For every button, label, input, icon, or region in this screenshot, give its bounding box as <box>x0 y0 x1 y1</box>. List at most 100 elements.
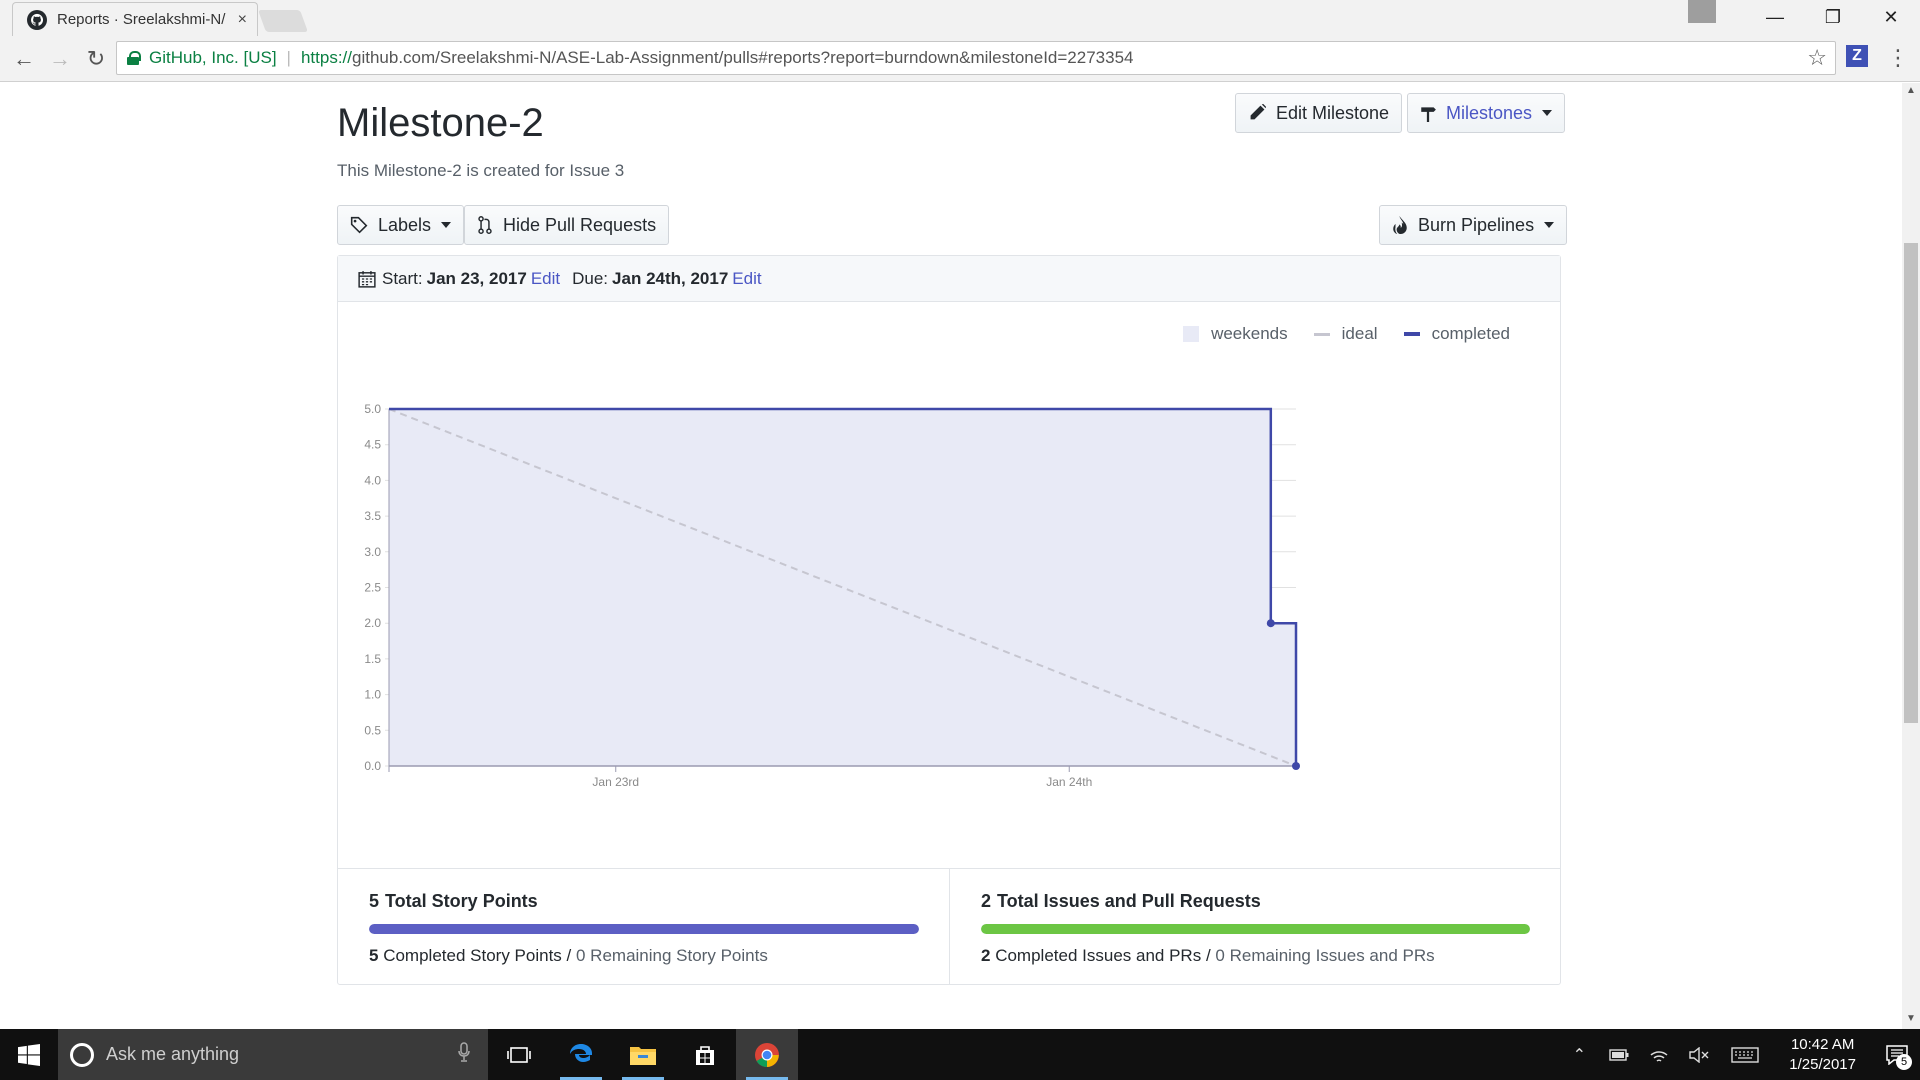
story-points-progress-fill <box>369 924 919 934</box>
burndown-panel: Start: Jan 23, 2017 Edit Due: Jan 24th, … <box>337 255 1561 985</box>
scroll-down-icon[interactable]: ▼ <box>1902 1013 1920 1027</box>
address-bar[interactable]: GitHub, Inc. [US] | https:// github.com/… <box>116 41 1836 75</box>
labels-label: Labels <box>378 214 432 235</box>
legend-completed-label: completed <box>1431 324 1510 343</box>
new-tab-button[interactable] <box>257 10 309 32</box>
hide-pull-requests-button[interactable]: Hide Pull Requests <box>464 205 670 245</box>
total-story-points-label: Total Story Points <box>385 891 538 911</box>
edit-start-date-link[interactable]: Edit <box>531 269 560 289</box>
legend-weekends[interactable]: weekends <box>1183 324 1288 344</box>
keyboard-icon[interactable] <box>1719 1046 1771 1063</box>
y-tick-label: 0.5 <box>364 723 381 737</box>
search-placeholder: Ask me anything <box>106 1044 240 1064</box>
milestones-dropdown[interactable]: Milestones <box>1407 93 1566 133</box>
cortana-icon <box>70 1042 94 1067</box>
edit-due-date-link[interactable]: Edit <box>732 269 761 289</box>
close-window-button[interactable]: ✕ <box>1862 0 1920 34</box>
start-label: Start: <box>382 268 423 288</box>
task-view-icon[interactable] <box>488 1029 550 1080</box>
remaining-story-points: 0 Remaining Story Points <box>576 946 768 965</box>
total-issues-label: Total Issues and Pull Requests <box>997 891 1261 911</box>
window-controls: — ❐ ✕ <box>1688 0 1920 34</box>
page-scrollbar[interactable]: ▲ ▼ <box>1902 83 1920 1029</box>
due-label: Due: <box>572 268 609 288</box>
action-center-icon[interactable]: 5 <box>1874 1029 1920 1080</box>
tab-close-icon[interactable]: × <box>238 11 247 29</box>
profile-icon[interactable] <box>1688 0 1716 23</box>
volume-muted-icon[interactable] <box>1679 1046 1719 1063</box>
flame-icon <box>1392 216 1408 234</box>
bookmark-star-icon[interactable]: ☆ <box>1807 45 1827 71</box>
issues-progress-bar <box>981 924 1530 934</box>
hide-pull-requests-label: Hide Pull Requests <box>503 214 657 235</box>
forward-icon[interactable]: → <box>42 41 78 77</box>
y-tick-label: 4.0 <box>364 473 381 487</box>
site-identity: GitHub, Inc. [US] <box>149 48 277 67</box>
weekends-swatch <box>1183 326 1200 342</box>
completed-point <box>1266 619 1275 628</box>
legend-ideal[interactable]: ideal <box>1313 324 1378 344</box>
y-tick-label: 3.0 <box>364 545 381 559</box>
battery-icon[interactable] <box>1599 1048 1639 1061</box>
clock-time: 10:42 AM <box>1790 1035 1855 1053</box>
windows-start-icon[interactable] <box>0 1029 58 1080</box>
system-tray: ⌃ 10:42 AM 1/25/2017 5 <box>1559 1029 1920 1080</box>
issues-progress-fill <box>981 924 1530 934</box>
browser-menu-icon[interactable]: ⋮ <box>1886 41 1910 75</box>
cortana-search-box[interactable]: Ask me anything <box>58 1029 488 1080</box>
total-issues-count: 2 <box>981 891 992 911</box>
edit-milestone-button[interactable]: Edit Milestone <box>1235 93 1403 133</box>
legend-completed[interactable]: completed <box>1403 324 1510 344</box>
edge-browser-icon[interactable] <box>550 1029 612 1080</box>
show-hidden-icons-chevron-up-icon[interactable]: ⌃ <box>1559 1045 1599 1065</box>
milestone-icon <box>1420 104 1436 122</box>
clock-date: 1/25/2017 <box>1789 1055 1856 1073</box>
chevron-down-icon <box>1544 222 1555 228</box>
x-tick-label: Jan 24th <box>1046 775 1092 789</box>
milestones-label: Milestones <box>1446 102 1533 123</box>
burndown-chart: 0.0 0.5 1.0 1.5 2.0 2.5 3.0 3.5 4.0 4.5 5.0 Jan 23r… <box>364 402 1300 789</box>
minimize-button[interactable]: — <box>1746 0 1804 34</box>
burn-pipelines-dropdown[interactable]: Burn Pipelines <box>1379 205 1568 245</box>
y-tick-label: 3.5 <box>364 509 381 523</box>
remaining-issues: 0 Remaining Issues and PRs <box>1215 946 1435 965</box>
legend-weekends-label: weekends <box>1211 324 1288 343</box>
issues-stat: 2 Total Issues and Pull Requests 2 Compl… <box>949 869 1560 984</box>
browser-titlebar: Reports · Sreelakshmi-N/ × — ❐ ✕ <box>0 0 1920 36</box>
back-icon[interactable]: ← <box>6 41 42 77</box>
y-tick-label: 2.0 <box>364 616 381 630</box>
chrome-icon[interactable] <box>736 1029 798 1080</box>
edit-milestone-label: Edit Milestone <box>1276 102 1390 123</box>
reload-icon[interactable]: ↻ <box>78 41 114 77</box>
pull-request-icon <box>477 216 493 234</box>
extension-z-icon[interactable]: Z <box>1846 45 1868 67</box>
chevron-down-icon <box>1542 110 1553 116</box>
story-points-stat: 5 Total Story Points 5 Completed Story P… <box>338 869 949 984</box>
issues-heading: 2 Total Issues and Pull Requests <box>981 891 1530 912</box>
y-tick-label: 2.5 <box>364 581 381 595</box>
wifi-icon[interactable] <box>1639 1047 1679 1063</box>
clock[interactable]: 10:42 AM 1/25/2017 <box>1771 1035 1874 1075</box>
chevron-down-icon <box>441 222 452 228</box>
restore-button[interactable]: ❐ <box>1804 0 1862 34</box>
completed-issues-label: Completed Issues and PRs <box>995 946 1202 965</box>
browser-toolbar: ← → ↻ GitHub, Inc. [US] | https:// githu… <box>0 36 1920 82</box>
store-icon[interactable] <box>674 1029 736 1080</box>
microphone-icon[interactable] <box>458 1042 470 1067</box>
file-explorer-icon[interactable] <box>612 1029 674 1080</box>
notification-count: 5 <box>1896 1054 1912 1070</box>
browser-tab[interactable]: Reports · Sreelakshmi-N/ × <box>12 2 258 36</box>
labels-dropdown[interactable]: Labels <box>337 205 465 245</box>
story-points-summary: 5 Completed Story Points / 0 Remaining S… <box>369 946 919 966</box>
scroll-up-icon[interactable]: ▲ <box>1902 85 1920 99</box>
scroll-thumb[interactable] <box>1904 243 1918 723</box>
start-date: Jan 23, 2017 <box>426 268 527 288</box>
completed-issues-count: 2 <box>981 946 991 965</box>
address-separator: | <box>286 48 291 67</box>
milestone-stats: 5 Total Story Points 5 Completed Story P… <box>338 868 1560 984</box>
milestone-dates: Start: Jan 23, 2017 Edit Due: Jan 24th, … <box>338 256 1560 302</box>
ideal-swatch <box>1313 332 1330 336</box>
tag-icon <box>350 216 368 234</box>
url-scheme: https:// <box>300 48 352 67</box>
issues-summary: 2 Completed Issues and PRs / 0 Remaining… <box>981 946 1530 966</box>
